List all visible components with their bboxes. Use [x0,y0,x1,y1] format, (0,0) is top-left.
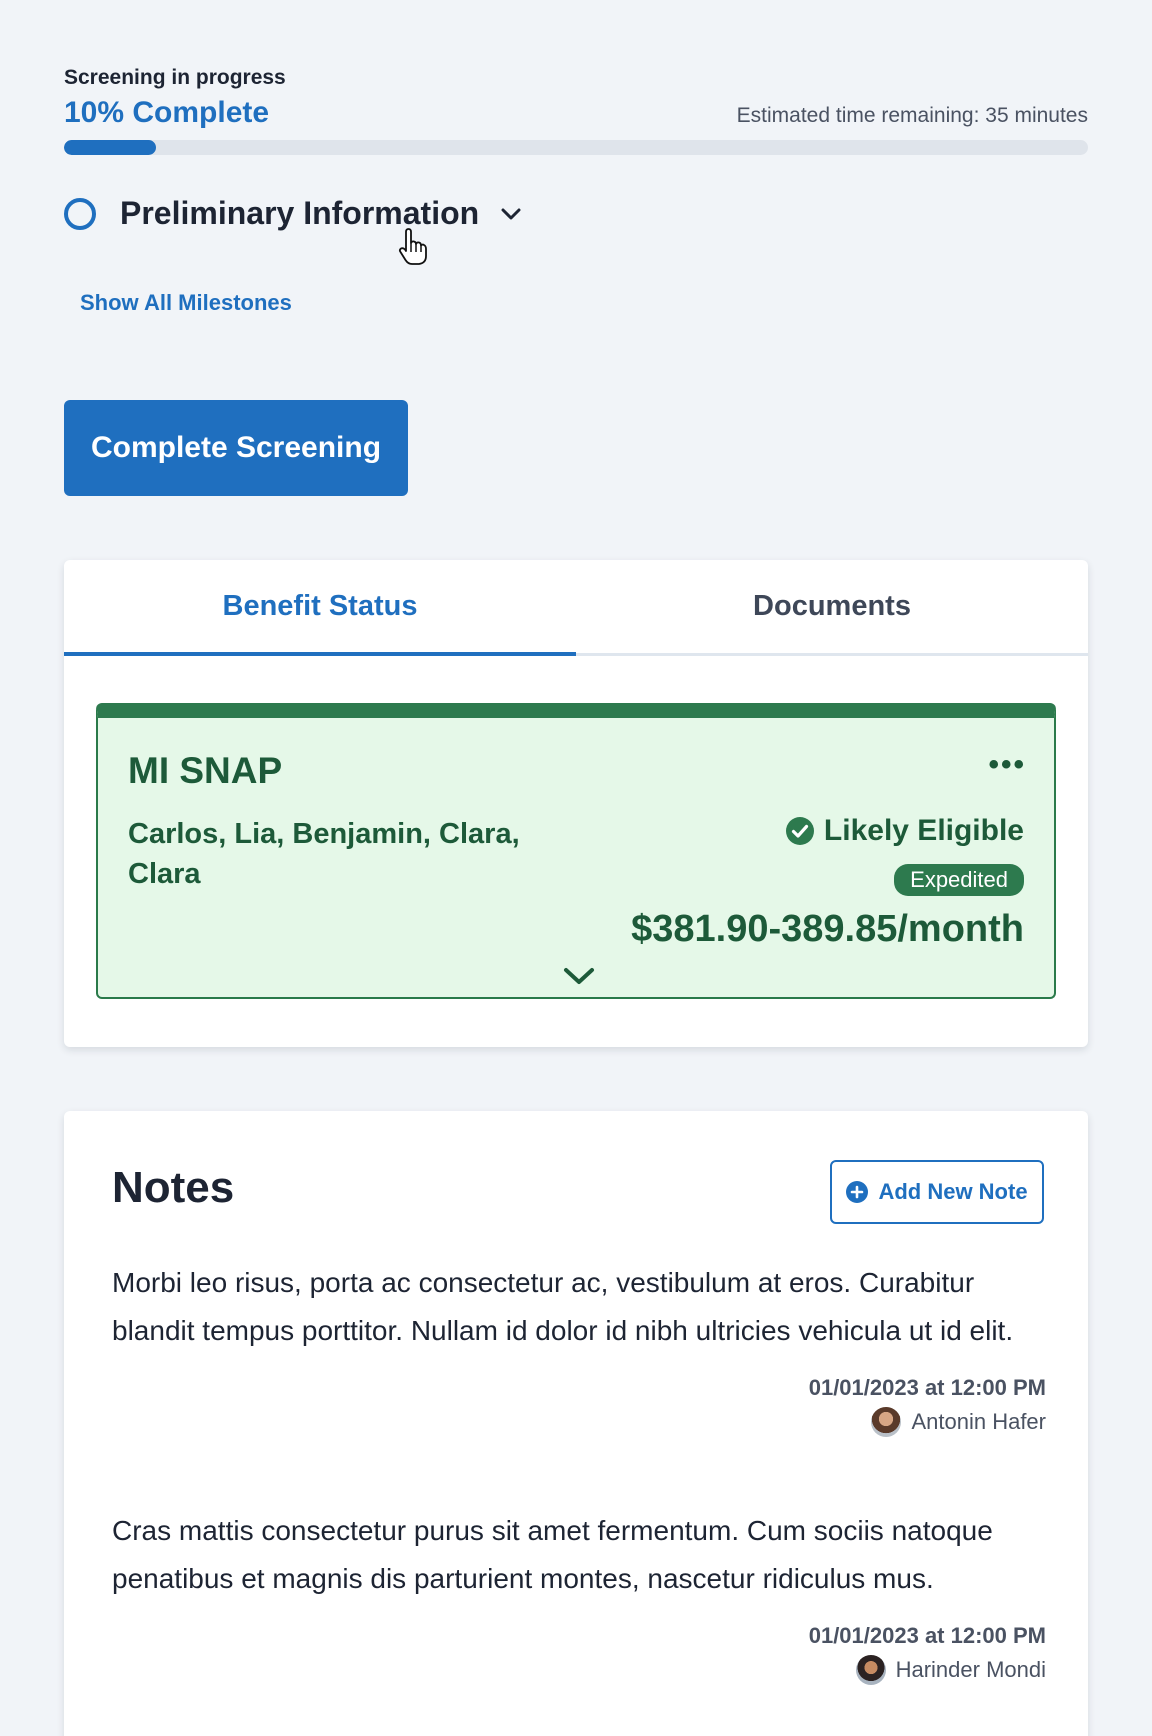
benefit-amount: $381.90-389.85/month [631,908,1024,950]
note-author-name: Harinder Mondi [895,1657,1046,1682]
progress-bar-fill [64,140,157,155]
note-date: 01/01/2023 at 12:00 PM [808,1623,1046,1648]
milestone-dropdown[interactable]: Preliminary Information [64,195,523,232]
benefit-card: MI SNAP ••• Carlos, Lia, Benjamin, Clara… [96,703,1056,999]
note-body: Morbi leo risus, porta ac consectetur ac… [112,1267,1014,1346]
screening-progress: Screening in progress 10% Complete Estim… [64,66,1088,155]
tab-bar: Benefit Status Documents [64,560,1088,656]
add-new-note-label: Add New Note [878,1179,1028,1204]
progress-row: 10% Complete Estimated time remaining: 3… [64,96,1088,130]
benefit-panel: Benefit Status Documents MI SNAP ••• Car… [64,560,1088,1047]
complete-screening-button[interactable]: Complete Screening [64,400,408,496]
chevron-down-icon [501,208,521,219]
household-members: Carlos, Lia, Benjamin, Clara, Clara [128,818,520,890]
milestone-label: Preliminary Information [120,195,480,231]
avatar [871,1407,902,1437]
notes-heading: Notes [112,1163,235,1212]
progress-bar [64,140,1088,155]
plus-circle-icon [846,1181,869,1203]
screening-page: Screening in progress 10% Complete Estim… [0,0,1152,1736]
note-date: 01/01/2023 at 12:00 PM [808,1375,1046,1400]
note-meta: 01/01/2023 at 12:00 PM Antonin Hafer [112,1375,1050,1442]
expand-chevron-icon[interactable] [562,965,596,987]
show-all-milestones-link[interactable]: Show All Milestones [80,290,292,316]
check-circle-icon [785,817,814,845]
eligibility-status: Likely Eligible [785,814,1024,848]
benefit-title: MI SNAP [128,750,283,791]
note-meta: 01/01/2023 at 12:00 PM Harinder Mondi [112,1623,1050,1690]
tab-documents[interactable]: Documents [576,560,1088,653]
note-body: Cras mattis consectetur purus sit amet f… [112,1515,993,1594]
avatar [855,1655,886,1685]
notes-panel: Notes Add New Note Morbi leo risus, port… [64,1111,1088,1736]
eligibility-label: Likely Eligible [823,814,1024,847]
note-author-name: Antonin Hafer [911,1409,1046,1434]
time-remaining: Estimated time remaining: 35 minutes [736,104,1088,127]
note-item: Morbi leo risus, porta ac consectetur ac… [112,1259,1050,1442]
hand-cursor-icon [398,228,427,265]
more-options-icon[interactable]: ••• [988,748,1026,782]
progress-label: Screening in progress [64,66,286,89]
expedited-badge: Expedited [894,864,1024,896]
progress-percent: 10% Complete [64,96,270,129]
add-new-note-button[interactable]: Add New Note [830,1160,1044,1224]
milestone-status-icon [64,197,96,230]
note-item: Cras mattis consectetur purus sit amet f… [112,1507,1050,1690]
tab-benefit-status[interactable]: Benefit Status [64,560,576,656]
note-author: Antonin Hafer [871,1407,1046,1437]
note-author: Harinder Mondi [855,1655,1046,1685]
